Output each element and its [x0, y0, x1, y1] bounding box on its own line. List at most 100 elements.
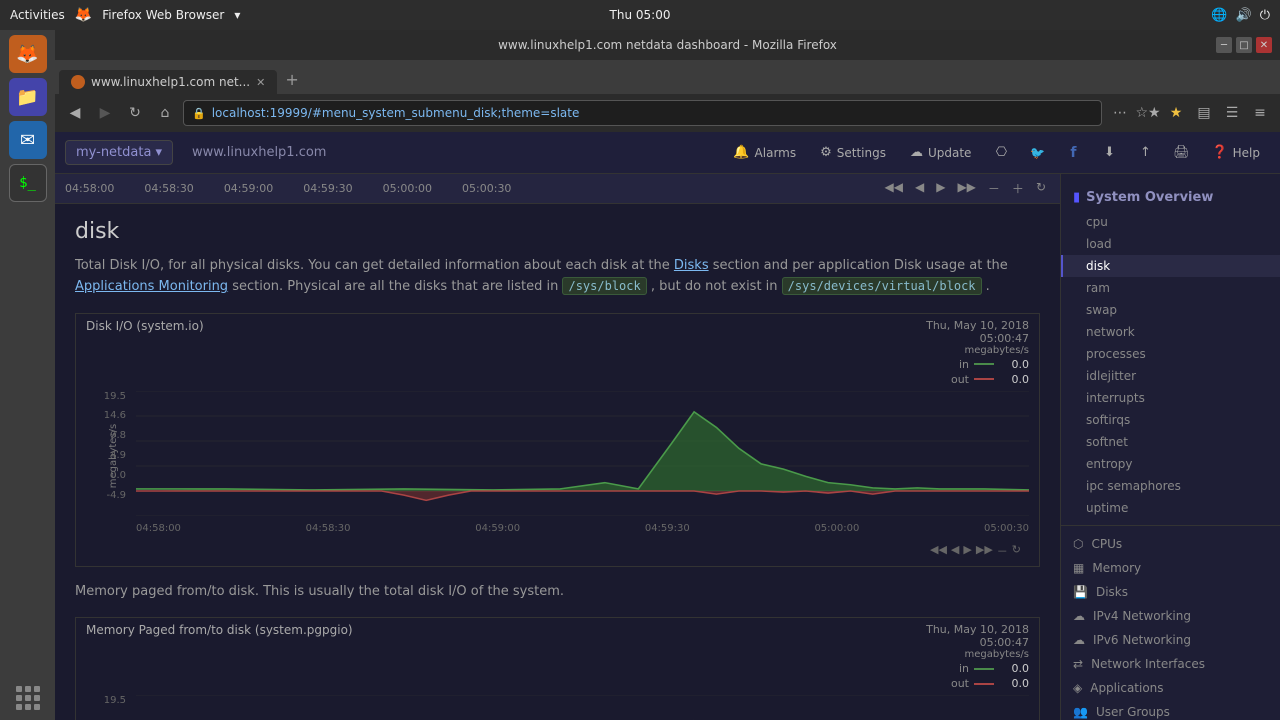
menu-button[interactable]: ≡	[1248, 101, 1272, 125]
bookmarks-button[interactable]: ☆★	[1136, 101, 1160, 125]
timeline-fwdfwd-btn[interactable]: ▶▶	[953, 178, 979, 199]
new-tab-button[interactable]: +	[277, 65, 306, 94]
sidebar-item-disk[interactable]: disk	[1061, 255, 1280, 277]
sidebar-item-idlejitter[interactable]: idlejitter	[1061, 365, 1280, 387]
mail-launcher[interactable]: ✉	[9, 121, 47, 159]
chart-1-back[interactable]: ◀	[951, 543, 959, 559]
desc-text-5: .	[986, 279, 990, 294]
system-overview-header[interactable]: ▮ System Overview	[1061, 184, 1280, 211]
help-button[interactable]: ❓ Help	[1201, 140, 1270, 165]
my-netdata-dropdown[interactable]: my-netdata ▾	[65, 140, 173, 165]
address-input[interactable]: 🔒 localhost:19999/#menu_system_submenu_d…	[183, 100, 1102, 126]
help-icon: ❓	[1211, 145, 1227, 160]
settings-button[interactable]: ⚙ Settings	[810, 140, 896, 165]
timeline-back-btn[interactable]: ◀	[911, 178, 928, 199]
firefox-icon: 🦊	[75, 7, 92, 23]
sidebar-category-disks[interactable]: 💾 Disks	[1061, 580, 1280, 604]
timeline-zoom-out-btn[interactable]: －	[984, 178, 1004, 199]
memory-category-icon: ▦	[1073, 561, 1084, 575]
sidebar-item-processes[interactable]: processes	[1061, 343, 1280, 365]
sound-tray-icon: 🔊	[1236, 8, 1252, 23]
sidebar-category-usergroups[interactable]: 👥 User Groups	[1061, 700, 1280, 720]
reader-mode[interactable]: ☰	[1220, 101, 1244, 125]
sidebar-category-cpus[interactable]: ⬡ CPUs	[1061, 532, 1280, 556]
firefox-launcher[interactable]: 🦊	[9, 35, 47, 73]
sidebar-category-ipv6[interactable]: ☁ IPv6 Networking	[1061, 628, 1280, 652]
home-button[interactable]: ⌂	[153, 101, 177, 125]
tab-bar: www.linuxhelp1.com net... ✕ +	[55, 60, 1280, 94]
timeline-refresh-btn[interactable]: ↻	[1032, 178, 1050, 199]
sidebar-item-uptime[interactable]: uptime	[1061, 497, 1280, 519]
section-description: Total Disk I/O, for all physical disks. …	[75, 256, 1040, 298]
tab-label: www.linuxhelp1.com net...	[91, 75, 250, 89]
sidebar-item-entropy[interactable]: entropy	[1061, 453, 1280, 475]
terminal-launcher[interactable]: $_	[9, 164, 47, 202]
tab-close-button[interactable]: ✕	[256, 76, 265, 89]
chart-header-1: Disk I/O (system.io) Thu, May 10, 2018 0…	[76, 314, 1039, 391]
users-category-icon: 👥	[1073, 705, 1088, 719]
sidebar-item-interrupts[interactable]: interrupts	[1061, 387, 1280, 409]
chart-2-y-axis: 19.514.69.84.90.0	[86, 695, 126, 720]
timeline-prev-btn[interactable]: ◀◀	[881, 178, 907, 199]
disks-category-icon: 💾	[1073, 585, 1088, 599]
app-grid[interactable]	[16, 686, 40, 710]
applications-monitoring-link[interactable]: Applications Monitoring	[75, 279, 228, 294]
reload-button[interactable]: ↻	[123, 101, 147, 125]
memory-paged-chart: Memory Paged from/to disk (system.pgpgio…	[75, 617, 1040, 720]
sidebar-item-cpu[interactable]: cpu	[1061, 211, 1280, 233]
minimize-button[interactable]: ─	[1216, 37, 1232, 53]
legend-out: out 0.0	[926, 373, 1029, 386]
sidebar-item-softirqs[interactable]: softirqs	[1061, 409, 1280, 431]
sidebar-item-ram[interactable]: ram	[1061, 277, 1280, 299]
print-button[interactable]: 🖨	[1165, 137, 1197, 169]
chart-2-unit: megabytes/s	[926, 649, 1029, 660]
chart-1-reset[interactable]: ↻	[1012, 543, 1021, 559]
page-title: disk	[75, 219, 1040, 244]
sidebar-item-network[interactable]: network	[1061, 321, 1280, 343]
more-button[interactable]: ⋯	[1108, 101, 1132, 125]
in-line-icon	[974, 363, 994, 365]
twitter-button[interactable]: 🐦	[1021, 137, 1053, 169]
maximize-button[interactable]: □	[1236, 37, 1252, 53]
out-value: 0.0	[999, 373, 1029, 386]
files-launcher[interactable]: 📁	[9, 78, 47, 116]
star-button[interactable]: ★	[1164, 101, 1188, 125]
disks-link[interactable]: Disks	[674, 258, 709, 273]
sidebar-category-netinterfaces[interactable]: ⇄ Network Interfaces	[1061, 652, 1280, 676]
facebook-button[interactable]: f	[1057, 137, 1089, 169]
out-line-icon	[974, 378, 994, 380]
chart-1-zout[interactable]: －	[997, 543, 1008, 559]
right-sidebar: ▮ System Overview cpu load disk ram swap…	[1060, 174, 1280, 720]
activities-menu[interactable]: Activities	[10, 8, 65, 22]
system-overview-label: System Overview	[1086, 190, 1213, 205]
sidebar-item-softnet[interactable]: softnet	[1061, 431, 1280, 453]
update-button[interactable]: ☁ Update	[900, 140, 981, 165]
sidebar-toggle[interactable]: ▤	[1192, 101, 1216, 125]
forward-button[interactable]: ▶	[93, 101, 117, 125]
download-button[interactable]: ⬇	[1093, 137, 1125, 169]
browser-tab[interactable]: www.linuxhelp1.com net... ✕	[59, 70, 277, 94]
sidebar-category-applications[interactable]: ◈ Applications	[1061, 676, 1280, 700]
help-label: Help	[1233, 146, 1260, 160]
alarms-button[interactable]: 🔔 Alarms	[723, 140, 806, 165]
export-button[interactable]: ↑	[1129, 137, 1161, 169]
browser-menu[interactable]: Firefox Web Browser	[102, 8, 224, 22]
legend-2-in: in 0.0	[926, 662, 1029, 675]
os-topbar: Activities 🦊 Firefox Web Browser ▾ Thu 0…	[0, 0, 1280, 30]
memory-paged-desc: Memory paged from/to disk. This is usual…	[75, 582, 1040, 603]
sidebar-item-swap[interactable]: swap	[1061, 299, 1280, 321]
sidebar-item-ipc-semaphores[interactable]: ipc semaphores	[1061, 475, 1280, 497]
close-button[interactable]: ✕	[1256, 37, 1272, 53]
timeline-fwd-btn[interactable]: ▶	[932, 178, 949, 199]
legend-in: in 0.0	[926, 358, 1029, 371]
github-button[interactable]: ⎔	[985, 137, 1017, 169]
sidebar-category-ipv4[interactable]: ☁ IPv4 Networking	[1061, 604, 1280, 628]
back-button[interactable]: ◀	[63, 101, 87, 125]
chart-1-fwdfwd[interactable]: ▶▶	[976, 543, 993, 559]
chart-1-fwd[interactable]: ▶	[963, 543, 971, 559]
browser-menu-arrow[interactable]: ▾	[234, 8, 240, 22]
timeline-zoom-in-btn[interactable]: ＋	[1008, 178, 1028, 199]
sidebar-category-memory[interactable]: ▦ Memory	[1061, 556, 1280, 580]
chart-1-prev[interactable]: ◀◀	[930, 543, 947, 559]
sidebar-item-load[interactable]: load	[1061, 233, 1280, 255]
